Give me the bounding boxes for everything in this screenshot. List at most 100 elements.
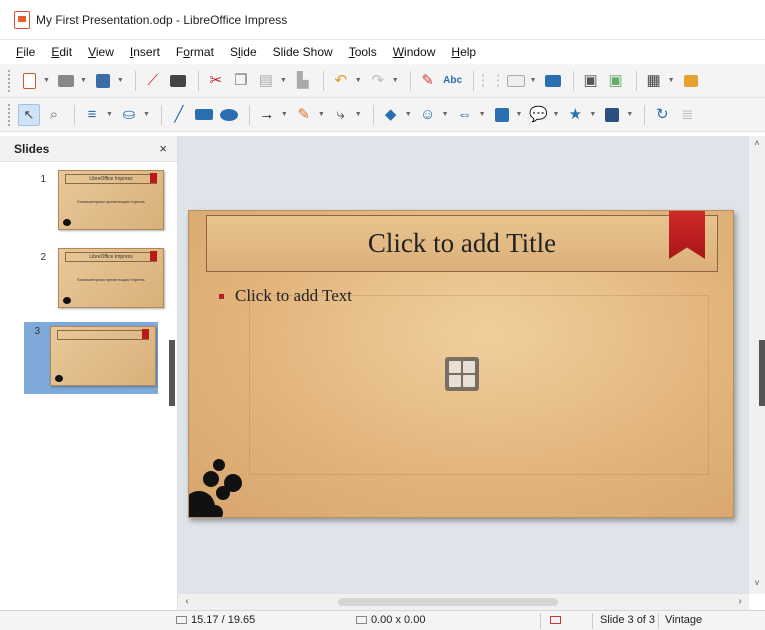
insert-image-icon[interactable] <box>449 375 461 387</box>
toolbar-separator <box>644 104 646 125</box>
horizontal-scroll-thumb[interactable] <box>338 598 558 606</box>
new-dropdown-caret[interactable]: ▼ <box>43 77 50 84</box>
basic-shapes-icon[interactable]: ◆ <box>380 104 402 126</box>
print-icon[interactable] <box>167 70 189 92</box>
clone-formatting-icon[interactable]: ▙ <box>292 70 314 92</box>
menu-slide[interactable]: Slide <box>230 45 257 59</box>
save-icon[interactable] <box>92 70 114 92</box>
menu-window[interactable]: Window <box>393 45 436 59</box>
scroll-left-icon[interactable]: ‹ <box>180 594 194 610</box>
block-arrows-caret[interactable]: ▼ <box>479 111 486 118</box>
scroll-up-icon[interactable]: ˄ <box>749 138 765 152</box>
menu-view[interactable]: View <box>88 45 114 59</box>
fill-color-caret[interactable]: ▼ <box>143 111 150 118</box>
title-placeholder[interactable]: Click to add Title <box>206 215 718 272</box>
lines-arrows-icon[interactable]: → <box>256 104 278 126</box>
content-placeholder[interactable]: Click to add Text <box>219 286 352 306</box>
scroll-down-icon[interactable]: ˅ <box>749 578 765 592</box>
callouts-caret[interactable]: ▼ <box>552 111 559 118</box>
master-page-name[interactable]: Vintage <box>665 614 702 626</box>
right-pane-handle[interactable] <box>759 340 765 406</box>
menu-slide-show[interactable]: Slide Show <box>273 45 333 59</box>
line-color-caret[interactable]: ▼ <box>106 111 113 118</box>
zoom-pan-icon[interactable]: ⌕ <box>43 104 65 126</box>
paste-dropdown-caret[interactable]: ▼ <box>280 77 287 84</box>
menu-insert[interactable]: Insert <box>130 45 160 59</box>
toolbar-grip[interactable] <box>8 69 12 92</box>
master-slide-icon[interactable] <box>542 70 564 92</box>
connectors-caret[interactable]: ▼ <box>355 111 362 118</box>
menu-file[interactable]: File <box>16 45 35 59</box>
redo-icon[interactable]: ↷ <box>367 70 389 92</box>
close-pane-icon[interactable]: × <box>159 141 167 156</box>
copy-icon[interactable]: ❐ <box>230 70 252 92</box>
undo-dropdown-caret[interactable]: ▼ <box>355 77 362 84</box>
line-icon[interactable]: ╱ <box>168 104 190 126</box>
line-color-icon[interactable]: ≡ <box>81 104 103 126</box>
slide-thumbnail-row-selected[interactable]: 3 <box>24 322 158 394</box>
open-folder-icon[interactable] <box>55 70 77 92</box>
table-dropdown-caret[interactable]: ▼ <box>668 77 675 84</box>
connectors-icon[interactable]: ⤷ <box>330 104 352 126</box>
menu-help[interactable]: Help <box>451 45 476 59</box>
slide-thumbnail-2[interactable]: LibreOffice Impress Компьютерная презент… <box>58 248 164 308</box>
symbol-shapes-icon[interactable]: ☺ <box>417 104 439 126</box>
paste-icon[interactable]: ▤ <box>255 70 277 92</box>
horizontal-scrollbar[interactable]: ‹ › <box>178 594 749 610</box>
curves-icon[interactable]: ✎ <box>293 104 315 126</box>
slide-thumbnail-1[interactable]: LibreOffice Impress Компьютерная презент… <box>58 170 164 230</box>
menu-format[interactable]: Format <box>176 45 214 59</box>
export-pdf-icon[interactable]: ⟋ <box>142 70 164 92</box>
slide-thumbnail-row[interactable]: 2 LibreOffice Impress Компьютерная презе… <box>10 248 164 316</box>
redo-dropdown-caret[interactable]: ▼ <box>392 77 399 84</box>
bullet-icon <box>219 293 224 299</box>
slide-thumbnail-3[interactable] <box>50 326 156 386</box>
save-dropdown-caret[interactable]: ▼ <box>117 77 124 84</box>
stars-caret[interactable]: ▼ <box>589 111 596 118</box>
callouts-icon[interactable]: 💬 <box>527 104 549 126</box>
find-replace-icon[interactable]: ✎ <box>417 70 439 92</box>
stars-icon[interactable]: ★ <box>564 104 586 126</box>
grid-icon[interactable]: ⋮⋮ <box>476 70 506 92</box>
menu-edit[interactable]: Edit <box>51 45 72 59</box>
lines-arrows-caret[interactable]: ▼ <box>281 111 288 118</box>
cut-icon[interactable]: ✂ <box>205 70 227 92</box>
ellipse-icon[interactable] <box>218 104 240 126</box>
image-icon[interactable] <box>680 70 702 92</box>
insert-object-icons[interactable] <box>445 357 479 391</box>
curves-caret[interactable]: ▼ <box>318 111 325 118</box>
display-views-icon[interactable] <box>505 70 527 92</box>
spelling-icon[interactable]: Abc <box>442 70 464 92</box>
flowchart-caret[interactable]: ▼ <box>516 111 523 118</box>
insert-video-icon[interactable] <box>463 375 475 387</box>
block-arrows-icon[interactable]: ⇔ <box>454 104 476 126</box>
start-from-first-slide-icon[interactable]: ▣ <box>580 70 602 92</box>
basic-shapes-caret[interactable]: ▼ <box>405 111 412 118</box>
document-modified-icon[interactable] <box>550 614 565 626</box>
menu-tools[interactable]: Tools <box>349 45 377 59</box>
current-slide[interactable]: Click to add Title Click to add Text <box>188 210 734 518</box>
flowchart-icon[interactable] <box>491 104 513 126</box>
fill-color-icon[interactable]: ⛀ <box>118 104 140 126</box>
align-icon[interactable]: ≣ <box>676 104 698 126</box>
rectangle-icon[interactable] <box>193 104 215 126</box>
undo-icon[interactable]: ↶ <box>330 70 352 92</box>
3d-objects-caret[interactable]: ▼ <box>626 111 633 118</box>
pane-splitter-handle[interactable] <box>169 340 175 406</box>
new-document-icon[interactable] <box>18 70 40 92</box>
3d-objects-icon[interactable] <box>601 104 623 126</box>
table-icon[interactable]: ▦ <box>643 70 665 92</box>
start-from-current-slide-icon[interactable]: ▣ <box>605 70 627 92</box>
toolbar-grip[interactable] <box>8 103 12 126</box>
insert-table-icon[interactable] <box>449 361 461 373</box>
select-pointer-icon[interactable]: ↖ <box>18 103 40 126</box>
scroll-right-icon[interactable]: › <box>733 594 747 610</box>
rotate-icon[interactable]: ↻ <box>651 104 673 126</box>
slide-thumbnail-row[interactable]: 1 LibreOffice Impress Компьютерная презе… <box>10 170 164 238</box>
display-views-caret[interactable]: ▼ <box>530 77 537 84</box>
slide-canvas[interactable]: Click to add Title Click to add Text <box>178 136 749 594</box>
insert-chart-icon[interactable] <box>463 361 475 373</box>
open-dropdown-caret[interactable]: ▼ <box>80 77 87 84</box>
thumb-title <box>57 330 149 340</box>
symbol-shapes-caret[interactable]: ▼ <box>442 111 449 118</box>
